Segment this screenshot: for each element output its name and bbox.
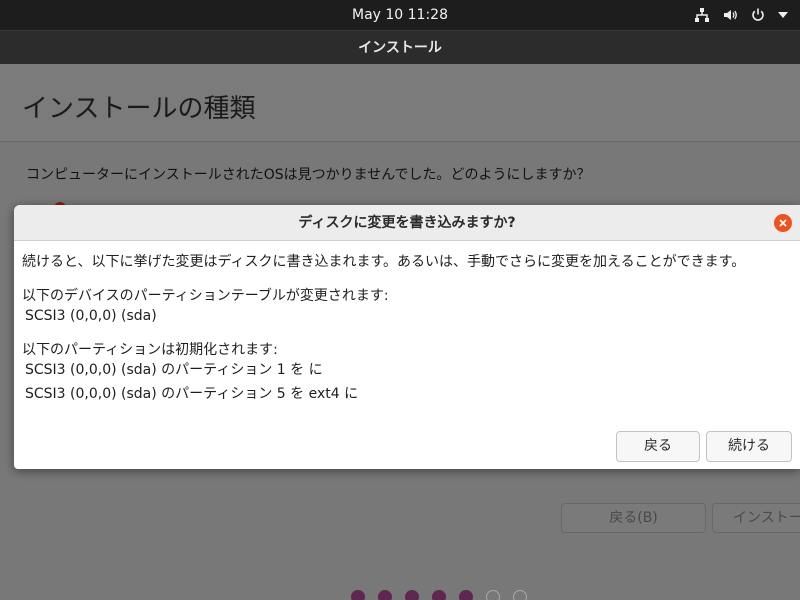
dialog-title: ディスクに変更を書き込みますか? — [298, 215, 516, 231]
progress-dot — [378, 590, 392, 600]
back-button-background[interactable]: 戻る(B) — [561, 503, 706, 533]
progress-dot — [432, 590, 446, 600]
progress-dot — [405, 590, 419, 600]
page-title: インストールの種類 — [22, 94, 256, 124]
progress-dot — [486, 590, 500, 600]
format-item: SCSI3 (0,0,0) (sda) のパーティション 1 を に — [25, 362, 323, 378]
dialog-body: 続けると、以下に挙げた変更はディスクに書き込まれます。あるいは、手動でさらに変更… — [22, 252, 800, 404]
top-bar: May 10 11:28 — [0, 0, 800, 30]
chevron-down-icon[interactable] — [778, 11, 788, 19]
dialog-header: ディスクに変更を書き込みますか? — [14, 205, 800, 241]
progress-dot — [513, 590, 527, 600]
install-button-background[interactable]: インストー — [712, 503, 800, 533]
progress-dot — [351, 590, 365, 600]
continue-button[interactable]: 続ける — [706, 431, 792, 462]
volume-icon[interactable] — [722, 7, 738, 23]
system-tray[interactable] — [694, 0, 788, 30]
close-icon — [779, 219, 787, 227]
format-heading: 以下のパーティションは初期化されます: — [22, 342, 278, 358]
progress-dot — [459, 590, 473, 600]
progress-dots — [351, 590, 527, 600]
dialog-intro: 続けると、以下に挙げた変更はディスクに書き込まれます。あるいは、手動でさらに変更… — [22, 254, 746, 270]
power-icon[interactable] — [750, 7, 766, 23]
window-title: インストール — [0, 30, 800, 64]
page-header: インストールの種類 — [0, 64, 800, 142]
partition-table-device: SCSI3 (0,0,0) (sda) — [25, 308, 157, 324]
close-button[interactable] — [774, 214, 792, 232]
page-question: コンピューターにインストールされたOSは見つかりませんでした。どのようにしますか… — [26, 167, 591, 183]
back-button[interactable]: 戻る — [616, 431, 700, 462]
format-item: SCSI3 (0,0,0) (sda) のパーティション 5 を ext4 に — [25, 386, 359, 402]
network-icon[interactable] — [694, 7, 710, 23]
write-changes-dialog: ディスクに変更を書き込みますか? 続けると、以下に挙げた変更はディスクに書き込ま… — [14, 205, 800, 469]
partition-table-heading: 以下のデバイスのパーティションテーブルが変更されます: — [22, 288, 389, 304]
clock[interactable]: May 10 11:28 — [0, 0, 800, 30]
